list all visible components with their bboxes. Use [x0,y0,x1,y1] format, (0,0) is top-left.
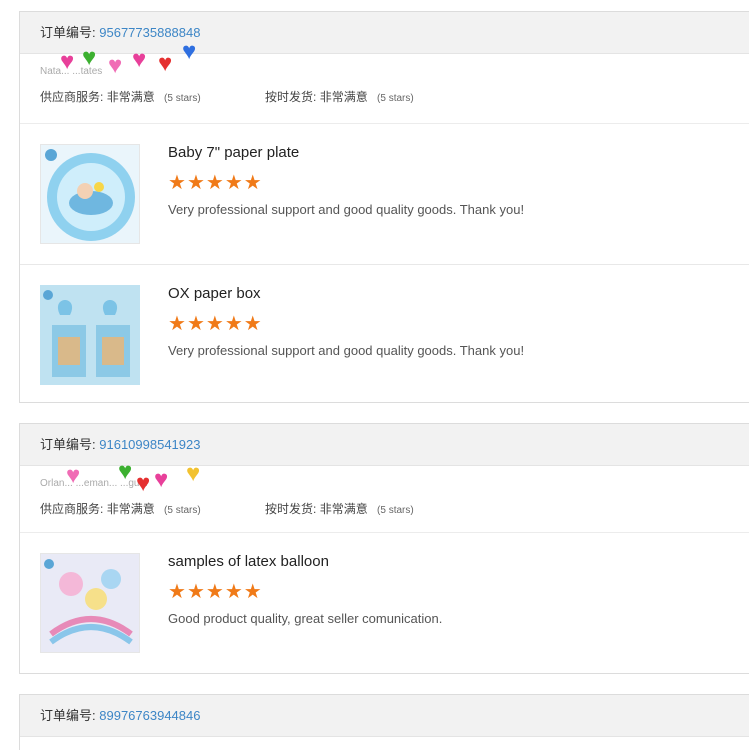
product-row: Baby 7" paper plate ★★★★★ Very professio… [20,124,749,265]
shipping-value: 非常满意 [319,90,368,104]
star-icon: ★ [243,313,262,335]
product-review-text: Good product quality, great seller comun… [168,611,443,626]
order-card: 订单编号: 89976763944846 [19,694,749,750]
star-icon: ★ [168,581,186,603]
buyer-rating-block: Orlan... ...eman... ...gu... 供应商服务: 非常满意… [20,460,749,533]
star-icon: ★ [205,172,224,194]
shipping-label: 按时发货: [265,502,317,516]
shipping-value: 非常满意 [319,502,368,516]
star-icon: ★ [205,313,224,335]
order-number-link[interactable]: 89976763944846 [99,708,200,723]
supplier-stars-text: (5 stars) [164,93,201,104]
buyer-rating-block: Nata... ...tates 供应商服务: 非常满意 (5 stars) 按… [20,40,749,124]
order-number-label: 订单编号: [40,437,96,452]
star-icon: ★ [243,581,262,603]
buyer-name: Nata... ...tates [40,66,103,77]
supplier-stars-text: (5 stars) [164,505,201,516]
supplier-service-label: 供应商服务: [40,90,104,104]
order-card: 订单编号: 95677735888848 Nata... ...tates 供应… [19,11,749,403]
star-icon: ★ [243,172,262,194]
star-icon: ★ [168,172,186,194]
star-icon: ★ [168,313,186,335]
order-number-link[interactable]: 91610998541923 [99,437,200,452]
star-icon: ★ [224,581,243,603]
rating-row: 供应商服务: 非常满意 (5 stars) 按时发货: 非常满意 (5 star… [40,88,414,105]
star-icon: ★ [224,172,243,194]
product-title[interactable]: Baby 7" paper plate [168,144,299,161]
shipping-stars-text: (5 stars) [377,93,414,104]
shipping-label: 按时发货: [265,90,317,104]
shipping-rating: 按时发货: 非常满意 (5 stars) [265,88,414,105]
order-number-label: 订单编号: [40,708,96,723]
star-icon: ★ [224,313,243,335]
star-icon: ★ [186,581,205,603]
product-row: samples of latex balloon ★★★★★ Good prod… [20,533,749,674]
shipping-stars-text: (5 stars) [377,505,414,516]
supplier-service-value: 非常满意 [106,502,155,516]
star-icon: ★ [186,172,205,194]
product-review-text: Very professional support and good quali… [168,202,525,217]
order-number-link[interactable]: 95677735888848 [99,25,200,40]
shipping-rating: 按时发货: 非常满意 (5 stars) [265,500,414,517]
supplier-service-label: 供应商服务: [40,502,104,516]
product-title[interactable]: samples of latex balloon [168,553,329,570]
order-card: 订单编号: 91610998541923 Orlan... ...eman...… [19,423,749,674]
order-header: 订单编号: 91610998541923 [20,424,749,466]
order-number-label: 订单编号: [40,25,96,40]
product-title[interactable]: OX paper box [168,285,261,302]
star-icon: ★ [205,581,224,603]
product-review-text: Very professional support and good quali… [168,343,525,358]
product-row: OX paper box ★★★★★ Very professional sup… [20,265,749,406]
order-header: 订单编号: 95677735888848 [20,12,749,54]
star-icon: ★ [186,313,205,335]
product-thumbnail[interactable] [40,144,140,244]
rating-row: 供应商服务: 非常满意 (5 stars) 按时发货: 非常满意 (5 star… [40,500,414,517]
supplier-service-value: 非常满意 [106,90,155,104]
product-thumbnail[interactable] [40,553,140,653]
buyer-name: Orlan... ...eman... ...gu... [40,478,148,489]
product-star-rating: ★★★★★ [168,582,263,602]
order-header: 订单编号: 89976763944846 [20,695,749,737]
product-star-rating: ★★★★★ [168,173,263,193]
product-thumbnail[interactable] [40,285,140,385]
product-star-rating: ★★★★★ [168,314,263,334]
